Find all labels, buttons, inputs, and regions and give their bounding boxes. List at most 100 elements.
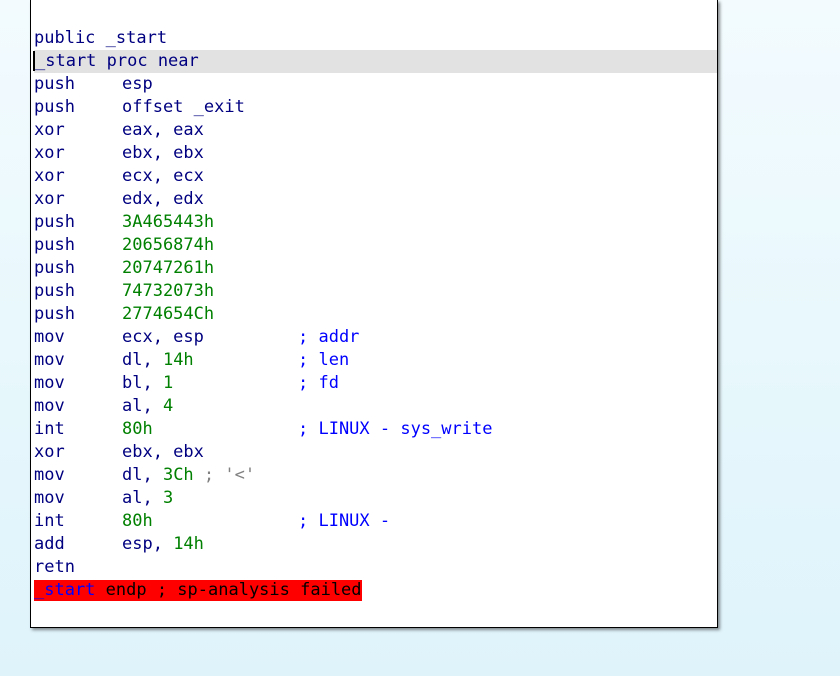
instruction-operands: dl, 3Ch ; '<' (122, 464, 255, 487)
instruction-operands: 74732073h (122, 280, 214, 303)
instruction-mnemonic: int (34, 511, 65, 531)
endp-label: _start (34, 580, 96, 600)
instruction-operands: 20747261h (122, 257, 214, 280)
instruction-mnemonic: push (34, 304, 75, 324)
operand-register: al, (122, 396, 163, 416)
instruction-operands: eax, eax (122, 119, 204, 142)
operand-char-comment: ; '<' (193, 465, 256, 485)
operand-register: ecx, ecx (122, 166, 204, 186)
instruction-line[interactable]: mov dl, 14h ; len (34, 349, 717, 372)
instruction-line[interactable]: mov bl, 1 ; fd (34, 372, 717, 395)
instruction-line[interactable]: add esp, 14h (34, 533, 717, 556)
public-decl-line[interactable]: public _start (34, 27, 717, 50)
instruction-operands: al, 4 (122, 395, 173, 418)
instruction-mnemonic: push (34, 97, 75, 117)
proc-decl-text: _start proc near (35, 51, 199, 71)
instruction-line[interactable]: xor ebx, ebx (34, 441, 717, 464)
endp-text: endp ; sp-analysis failed (95, 580, 362, 600)
instruction-line[interactable]: push 2774654Ch (34, 303, 717, 326)
instruction-mnemonic: mov (34, 327, 65, 347)
instruction-comment: ; addr (298, 327, 360, 347)
operand-immediate: 1 (162, 373, 174, 393)
instruction-line[interactable]: push esp (34, 73, 717, 96)
instruction-operands: dl, 14h (122, 349, 194, 372)
instruction-operands: 80h (122, 418, 153, 441)
instruction-line[interactable]: mov ecx, esp ; addr (34, 326, 717, 349)
proc-decl-line[interactable]: _start proc near (33, 50, 717, 73)
operand-register: dl, (122, 465, 163, 485)
operand-register: ebx, ebx (122, 143, 204, 163)
instruction-line[interactable]: push 3A465443h (34, 211, 717, 234)
sp-analysis-error: _start endp ; sp-analysis failed (34, 580, 362, 601)
instruction-line[interactable]: xor edx, edx (34, 188, 717, 211)
instruction-line[interactable]: xor ebx, ebx (34, 142, 717, 165)
instruction-mnemonic: push (34, 281, 75, 301)
instruction-mnemonic: push (34, 212, 75, 232)
instruction-mnemonic: retn (34, 557, 75, 577)
instruction-line[interactable]: mov dl, 3Ch ; '<' (34, 464, 717, 487)
operand-immediate: 3 (162, 488, 174, 508)
instruction-operands: offset _exit (122, 96, 245, 119)
instruction-mnemonic: mov (34, 465, 65, 485)
endp-line[interactable]: _start endp ; sp-analysis failed (34, 579, 717, 602)
operand-immediate: 20656874h (122, 235, 215, 255)
instruction-mnemonic: int (34, 419, 65, 439)
operand-register: eax, eax (122, 120, 204, 140)
instruction-line[interactable]: push offset _exit (34, 96, 717, 119)
operand-immediate: 80h (122, 511, 153, 531)
operand-register: offset _exit (122, 97, 245, 117)
operand-immediate: 20747261h (122, 258, 215, 278)
operand-register: ebx, ebx (122, 442, 204, 462)
instruction-operands: 3A465443h (122, 211, 214, 234)
instruction-line[interactable]: xor ecx, ecx (34, 165, 717, 188)
instruction-mnemonic: mov (34, 396, 65, 416)
operand-immediate: 14h (162, 350, 194, 370)
instruction-operands: 20656874h (122, 234, 214, 257)
operand-register: bl, (122, 373, 163, 393)
instruction-operands: 80h (122, 510, 153, 533)
instruction-line[interactable]: xor eax, eax (34, 119, 717, 142)
operand-immediate: 3A465443h (122, 212, 215, 232)
operand-immediate: 80h (122, 419, 153, 439)
instruction-line[interactable]: int 80h ; LINUX - sys_write (34, 418, 717, 441)
instruction-list: push esp push offset _exitxor eax, eax xor ebx… (34, 73, 717, 579)
instruction-comment: ; fd (298, 373, 339, 393)
instruction-line[interactable]: retn (34, 556, 717, 579)
instruction-operands: edx, edx (122, 188, 204, 211)
instruction-comment: ; LINUX - sys_write (298, 419, 493, 439)
instruction-mnemonic: xor (34, 442, 65, 462)
operand-immediate: 14h (173, 534, 204, 554)
disassembly-panel[interactable]: public _start _start proc near push esp pu… (30, 0, 718, 628)
instruction-line[interactable]: mov al, 4 (34, 395, 717, 418)
instruction-operands: ecx, esp (122, 326, 204, 349)
operand-immediate: 4 (162, 396, 174, 416)
instruction-operands: ebx, ebx (122, 142, 204, 165)
instruction-mnemonic: mov (34, 488, 65, 508)
instruction-operands: ecx, ecx (122, 165, 204, 188)
operand-register: al, (122, 488, 163, 508)
instruction-mnemonic: xor (34, 120, 65, 140)
instruction-line[interactable]: push 20747261h (34, 257, 717, 280)
instruction-mnemonic: xor (34, 189, 65, 209)
operand-register: dl, (122, 350, 163, 370)
operand-immediate: 2774654Ch (122, 304, 215, 324)
instruction-mnemonic: push (34, 235, 75, 255)
instruction-operands: bl, 1 (122, 372, 173, 395)
instruction-comment: ; LINUX - (298, 511, 391, 531)
operand-register: edx, edx (122, 189, 204, 209)
instruction-operands: al, 3 (122, 487, 173, 510)
instruction-operands: ebx, ebx (122, 441, 204, 464)
instruction-line[interactable]: int 80h ; LINUX - (34, 510, 717, 533)
operand-register: esp (122, 74, 153, 94)
instruction-operands: esp (122, 73, 153, 96)
instruction-mnemonic: xor (34, 143, 65, 163)
operand-register: esp, (122, 534, 174, 554)
instruction-line[interactable]: push 20656874h (34, 234, 717, 257)
instruction-mnemonic: mov (34, 373, 65, 393)
instruction-mnemonic: add (34, 534, 65, 554)
instruction-comment: ; len (298, 350, 350, 370)
code-listing[interactable]: public _start _start proc near push esp pu… (33, 27, 717, 602)
instruction-line[interactable]: push 74732073h (34, 280, 717, 303)
instruction-line[interactable]: mov al, 3 (34, 487, 717, 510)
instruction-mnemonic: push (34, 74, 75, 94)
